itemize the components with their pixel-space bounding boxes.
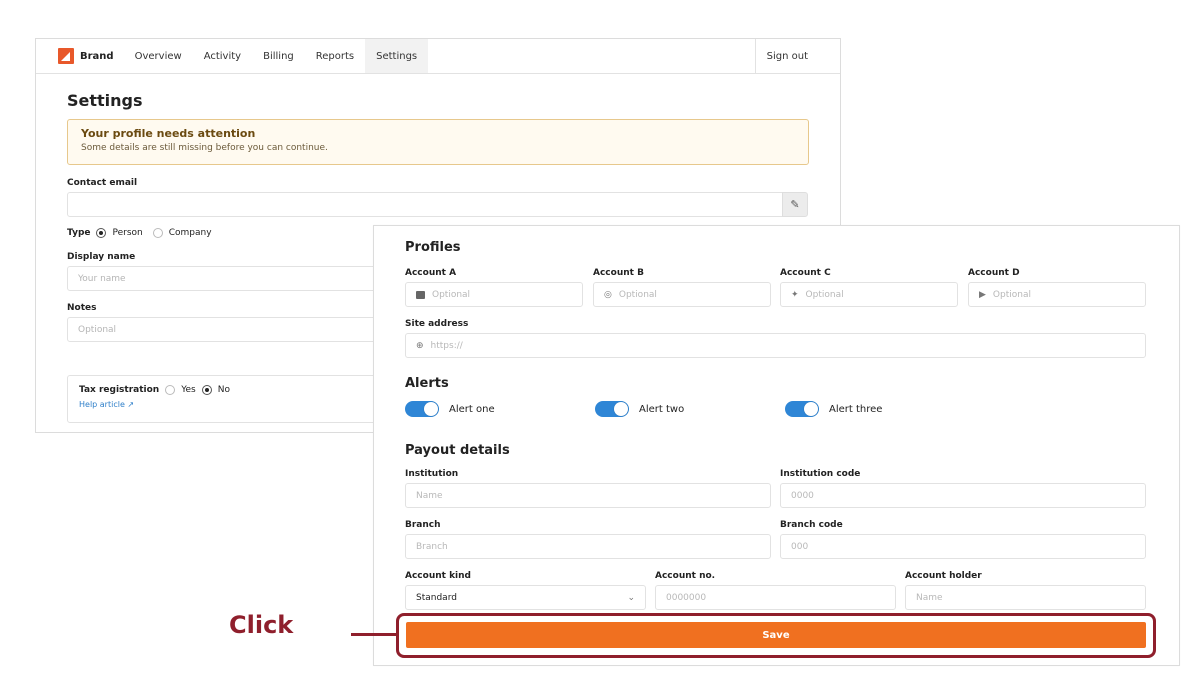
radio-tax-yes-label: Yes [181,385,196,395]
alert-one-toggle[interactable] [405,401,439,417]
nav-item-settings[interactable]: Settings [365,39,429,73]
annotation-line [351,633,396,636]
institution-label: Institution [405,469,459,479]
play-icon: ▶ [979,289,986,300]
nav-item-activity[interactable]: Activity [193,39,252,73]
account-d-placeholder: Optional [992,289,1031,300]
account-kind-value: Standard [416,592,457,603]
account-a-field[interactable]: Optional [405,282,583,307]
account-holder-label: Account holder [905,571,982,581]
logo-icon [58,48,74,64]
payout-title: Payout details [405,443,510,458]
account-b-field[interactable]: ◎ Optional [593,282,771,307]
alert-three-label: Alert three [829,403,883,415]
name-label: Display name [67,252,136,262]
radio-person-label: Person [112,228,143,238]
alert-one-label: Alert one [449,403,495,415]
institution-field[interactable]: Name [405,483,771,508]
account-kind-label: Account kind [405,571,471,581]
chevron-down-icon: ⌄ [627,592,635,603]
alert-two-label: Alert two [639,403,685,415]
profiles-title: Profiles [405,240,461,255]
account-b-label: Account B [593,268,644,278]
nav-item-overview[interactable]: Overview [124,39,193,73]
institution-code-label: Institution code [780,469,861,479]
brand-logo[interactable]: Brand [58,39,124,73]
pencil-icon: ✎ [790,198,800,211]
email-label: Contact email [67,178,138,188]
account-a-placeholder: Optional [432,289,471,300]
brand-name: Brand [80,50,114,62]
site-address-label: Site address [405,319,469,329]
category-group: Type Person Company [67,228,212,238]
account-a-label: Account A [405,268,457,278]
radio-company[interactable] [152,228,163,238]
nav-item-reports[interactable]: Reports [305,39,365,73]
account-d-field[interactable]: ▶ Optional [968,282,1146,307]
alert-two-toggle[interactable] [595,401,629,417]
branch-code-field[interactable]: 000 [780,534,1146,559]
account-number-label: Account no. [655,571,716,581]
radio-person[interactable] [96,228,107,238]
alert-two-row: Alert two [595,401,684,417]
page-title: Settings [67,91,143,110]
profile-alert: Your profile needs attention Some detail… [67,119,809,165]
account-c-label: Account C [780,268,831,278]
alerts-title: Alerts [405,376,449,391]
branch-code-label: Branch code [780,520,843,530]
edit-email-button[interactable]: ✎ [782,192,808,217]
alert-title: Your profile needs attention [81,127,256,140]
globe-icon: ⊕ [416,340,424,351]
alert-three-row: Alert three [785,401,882,417]
circle-icon: ◎ [604,289,612,300]
account-b-placeholder: Optional [618,289,657,300]
category-label: Type [67,228,91,238]
account-c-placeholder: Optional [805,289,844,300]
site-address-placeholder: https:// [430,340,463,351]
email-field[interactable] [67,192,783,217]
branch-label: Branch [405,520,441,530]
site-address-field[interactable]: ⊕ https:// [405,333,1146,358]
account-number-field[interactable]: 0000000 [655,585,896,610]
logout-button[interactable]: Sign out [754,39,840,73]
alert-one-row: Alert one [405,401,495,417]
account-c-field[interactable]: ✦ Optional [780,282,958,307]
nav-item-billing[interactable]: Billing [252,39,305,73]
bird-icon: ✦ [791,289,799,300]
institution-code-field[interactable]: 0000 [780,483,1146,508]
square-icon [416,290,425,299]
radio-tax-no-label: No [217,385,230,395]
tax-registration-label: Tax registration [79,385,160,395]
notes-label: Notes [67,303,97,313]
highlight-outline [396,613,1156,658]
branch-field[interactable]: Branch [405,534,771,559]
alert-body: Some details are still missing before yo… [81,143,328,153]
radio-tax-yes[interactable] [165,385,176,395]
alert-three-toggle[interactable] [785,401,819,417]
account-kind-select[interactable]: Standard ⌄ [405,585,646,610]
radio-company-label: Company [168,228,212,238]
annotation-label: Click [229,611,294,639]
radio-tax-no[interactable] [201,385,212,395]
account-holder-field[interactable]: Name [905,585,1146,610]
account-d-label: Account D [968,268,1020,278]
top-navbar: Brand Overview Activity Billing Reports … [36,39,840,74]
